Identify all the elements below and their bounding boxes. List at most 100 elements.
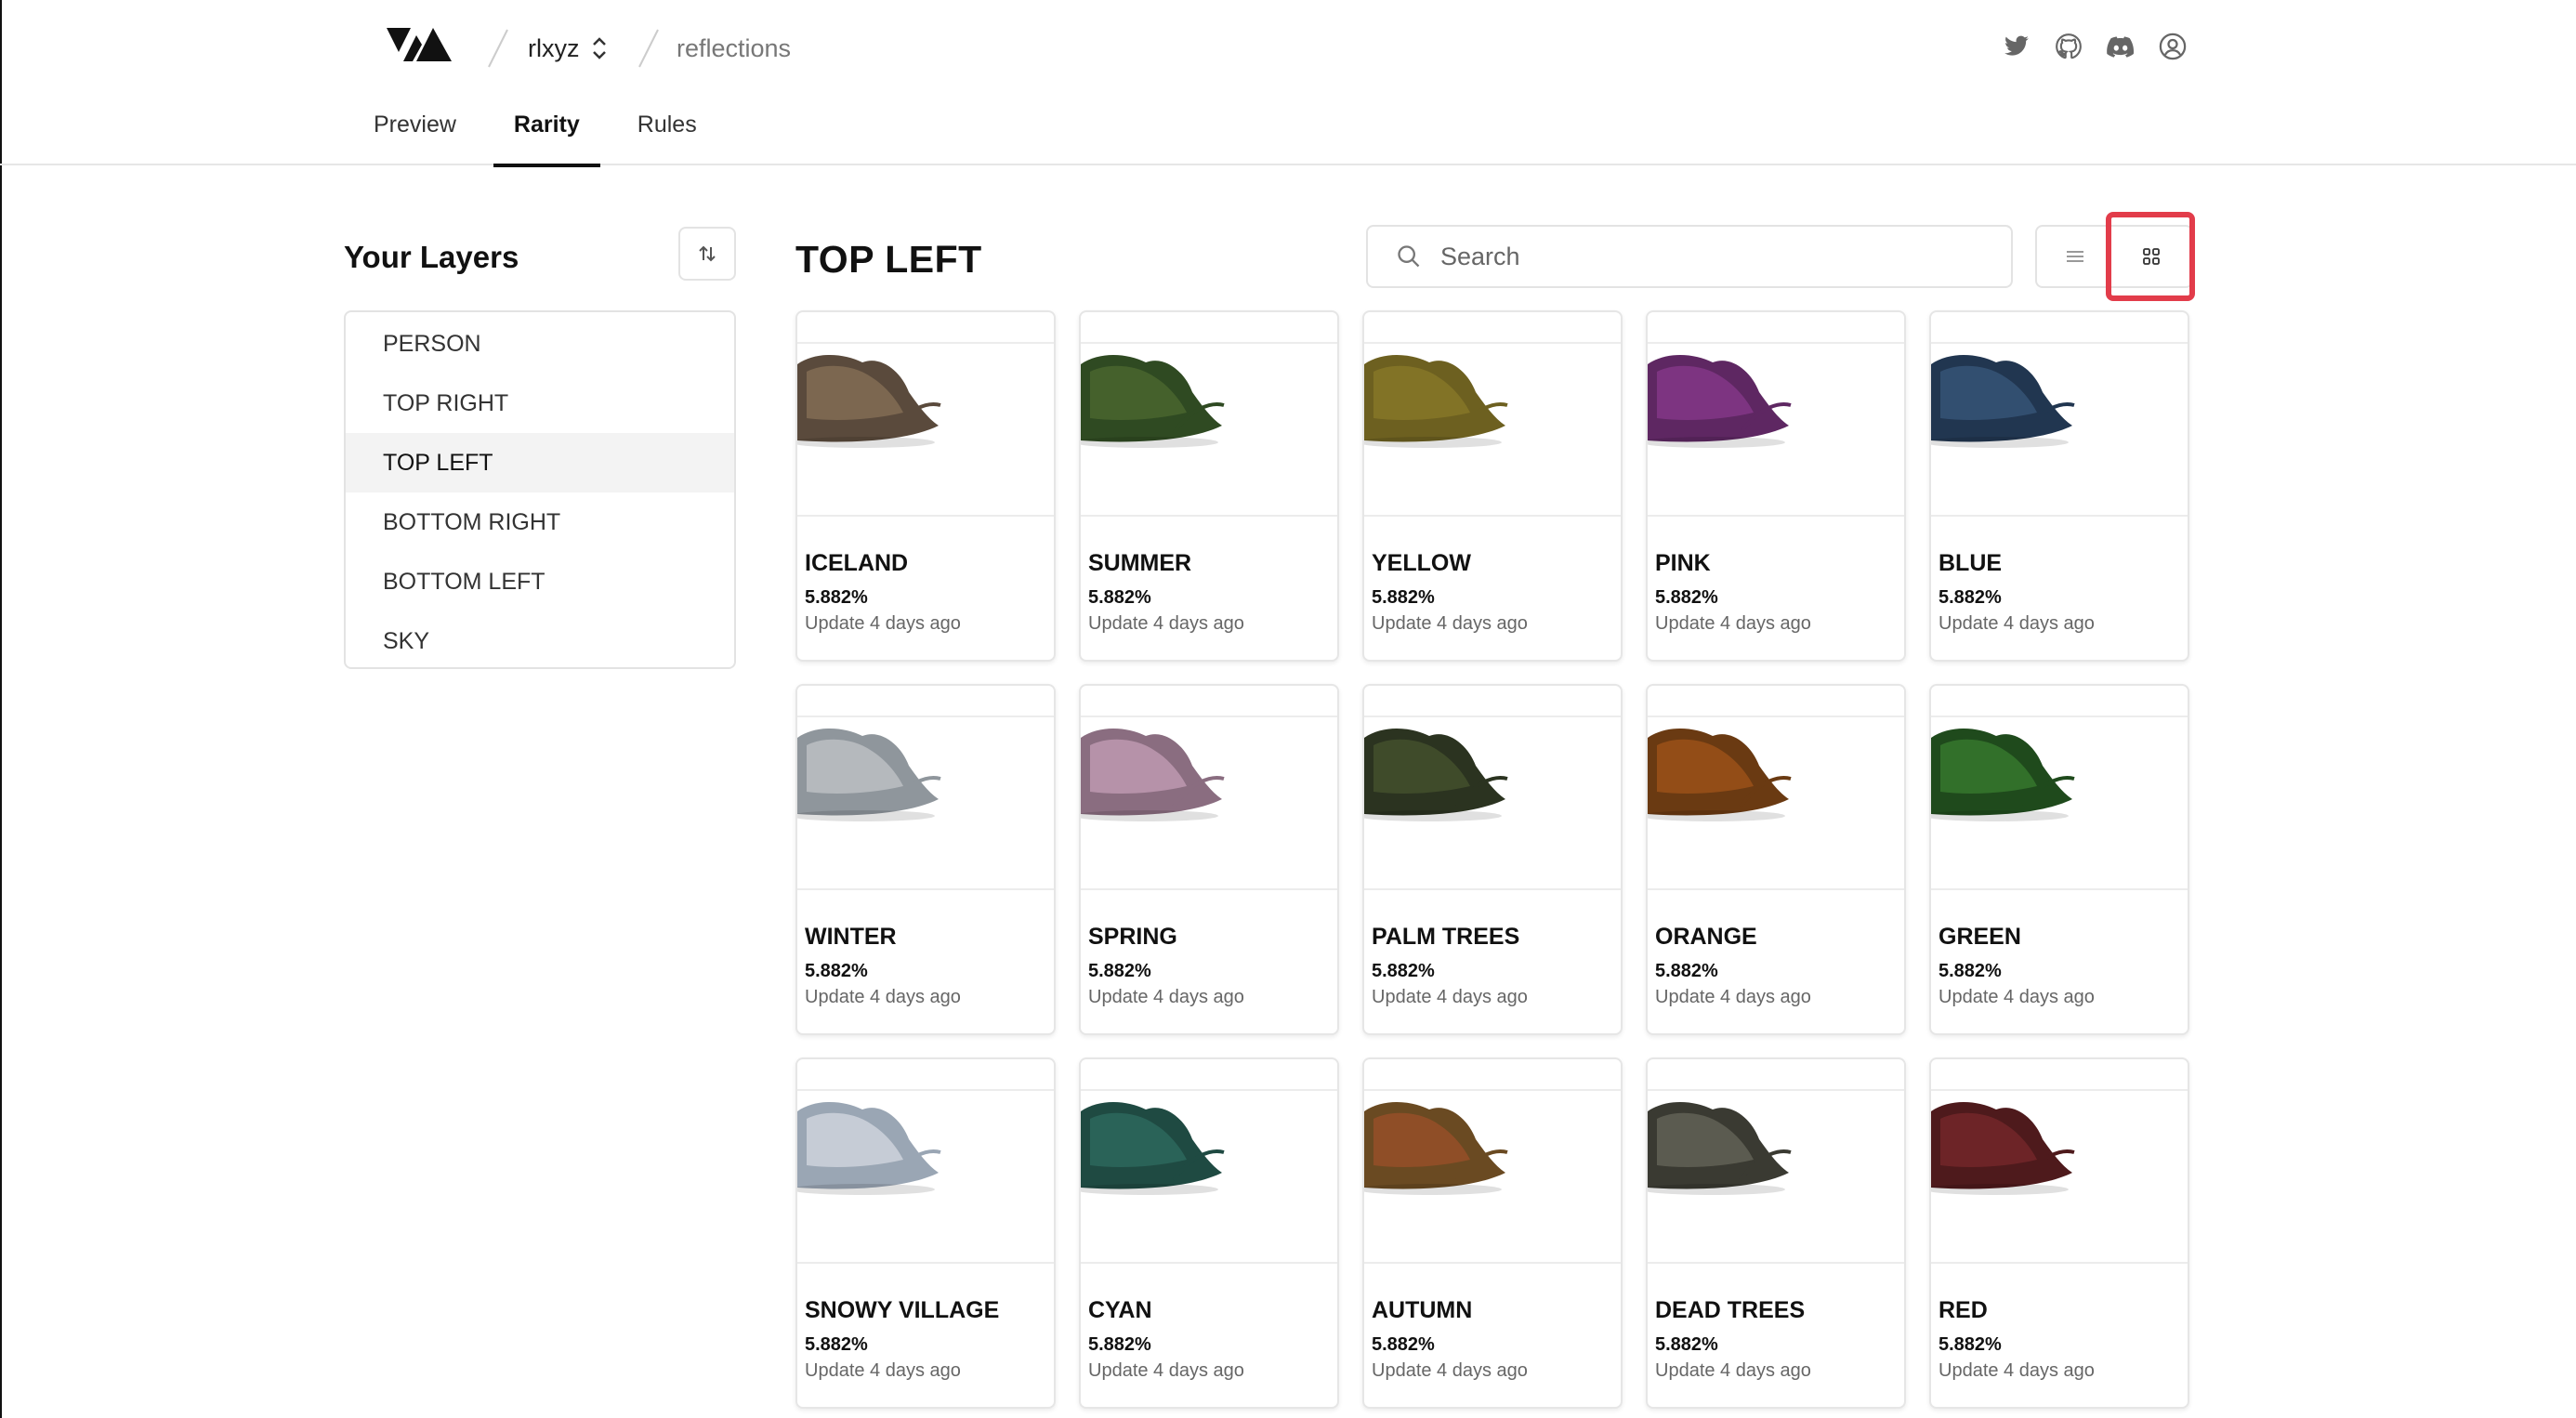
layer-item-bottom-left[interactable]: BOTTOM LEFT [346,552,734,611]
team-switcher[interactable]: rlxyz [528,32,608,65]
trait-image [1648,729,1792,821]
trait-updated: Update 4 days ago [1655,613,1811,634]
tab-rarity[interactable]: Rarity [493,97,600,167]
card-header-strip [1648,1059,1904,1091]
trait-image [1648,1102,1792,1195]
card-header-strip [1931,686,2188,717]
trait-card[interactable]: CYAN 5.882% Update 4 days ago [1079,1057,1339,1409]
trait-name: SNOWY VILLAGE [805,1297,1000,1323]
trait-image [1364,729,1508,821]
trait-thumbnail [1931,1091,2188,1264]
card-header-strip [1648,686,1904,717]
project-name[interactable]: reflections [677,32,791,65]
trait-image [1648,355,1792,448]
trait-card[interactable]: SPRING 5.882% Update 4 days ago [1079,684,1339,1035]
trait-thumbnail [1364,1091,1621,1264]
trait-updated: Update 4 days ago [1088,987,1244,1007]
trait-thumbnail [797,344,1054,517]
card-header-strip [1648,312,1904,344]
trait-card[interactable]: YELLOW 5.882% Update 4 days ago [1362,310,1623,662]
layer-item-person[interactable]: PERSON [346,314,734,374]
grid-view-button[interactable] [2113,227,2189,286]
trait-name: DEAD TREES [1655,1297,1806,1323]
trait-card[interactable]: SNOWY VILLAGE 5.882% Update 4 days ago [795,1057,1056,1409]
trait-rarity: 5.882% [1939,587,2002,608]
trait-updated: Update 4 days ago [805,987,961,1007]
brand-logo-icon[interactable] [387,26,453,63]
trait-updated: Update 4 days ago [1939,613,2095,634]
trait-name: RED [1939,1297,1988,1323]
trait-name: ORANGE [1655,924,1757,950]
card-header-strip [1081,1059,1337,1091]
trait-rarity: 5.882% [1655,1334,1718,1355]
layer-item-bottom-right[interactable]: BOTTOM RIGHT [346,492,734,552]
trait-image [797,355,941,448]
layer-item-top-right[interactable]: TOP RIGHT [346,374,734,433]
layer-item-top-left[interactable]: TOP LEFT [346,433,734,492]
twitter-icon[interactable] [2000,30,2033,63]
trait-card[interactable]: ORANGE 5.882% Update 4 days ago [1646,684,1906,1035]
trait-image [1364,355,1508,448]
trait-image [1081,729,1225,821]
trait-name: YELLOW [1372,550,1471,576]
breadcrumb-separator [638,29,659,68]
trait-name: PALM TREES [1372,924,1520,950]
trait-thumbnail [1931,344,2188,517]
trait-rarity: 5.882% [1088,1334,1151,1355]
tab-rules[interactable]: Rules [617,97,717,165]
search-input[interactable] [1440,242,1961,271]
trait-updated: Update 4 days ago [805,1360,961,1381]
trait-updated: Update 4 days ago [1372,613,1528,634]
trait-thumbnail [1648,1091,1904,1264]
user-circle-icon[interactable] [2156,30,2189,63]
trait-updated: Update 4 days ago [805,613,961,634]
trait-updated: Update 4 days ago [1372,987,1528,1007]
trait-grid: ICELAND 5.882% Update 4 days ago SUMMER 5.88… [795,310,2193,1409]
trait-card[interactable]: SUMMER 5.882% Update 4 days ago [1079,310,1339,662]
trait-card[interactable]: AUTUMN 5.882% Update 4 days ago [1362,1057,1623,1409]
reorder-layers-button[interactable] [678,227,736,281]
trait-search [1366,225,2013,288]
window-border [0,0,2,1418]
trait-image [1931,729,2075,821]
search-icon [1398,245,1420,268]
trait-card[interactable]: BLUE 5.882% Update 4 days ago [1929,310,2189,662]
card-header-strip [1081,312,1337,344]
trait-rarity: 5.882% [1372,961,1435,981]
trait-image [1931,355,2075,448]
layers-heading: Your Layers [344,240,519,274]
trait-card[interactable]: ICELAND 5.882% Update 4 days ago [795,310,1056,662]
trait-card[interactable]: RED 5.882% Update 4 days ago [1929,1057,2189,1409]
trait-card[interactable]: PINK 5.882% Update 4 days ago [1646,310,1906,662]
trait-name: PINK [1655,550,1711,576]
trait-card[interactable]: WINTER 5.882% Update 4 days ago [795,684,1056,1035]
trait-card[interactable]: DEAD TREES 5.882% Update 4 days ago [1646,1057,1906,1409]
trait-thumbnail [1931,717,2188,890]
tab-preview[interactable]: Preview [353,97,477,165]
trait-image [1931,1102,2075,1195]
trait-updated: Update 4 days ago [1088,1360,1244,1381]
trait-thumbnail [1081,344,1337,517]
trait-rarity: 5.882% [1655,587,1718,608]
trait-card[interactable]: GREEN 5.882% Update 4 days ago [1929,684,2189,1035]
layer-item-sky[interactable]: SKY [346,611,734,671]
card-header-strip [1364,1059,1621,1091]
trait-name: WINTER [805,924,897,950]
trait-updated: Update 4 days ago [1655,1360,1811,1381]
trait-image [797,1102,941,1195]
trait-card[interactable]: PALM TREES 5.882% Update 4 days ago [1362,684,1623,1035]
list-view-button[interactable] [2037,227,2113,286]
project-tabs: Preview Rarity Rules [353,97,734,167]
trait-thumbnail [1648,344,1904,517]
trait-thumbnail [1081,1091,1337,1264]
layer-title: TOP LEFT [795,238,982,281]
trait-rarity: 5.882% [1088,587,1151,608]
card-header-strip [1364,312,1621,344]
discord-icon[interactable] [2104,30,2137,63]
github-icon[interactable] [2052,30,2085,63]
trait-thumbnail [1648,717,1904,890]
trait-updated: Update 4 days ago [1372,1360,1528,1381]
trait-rarity: 5.882% [1088,961,1151,981]
trait-name: CYAN [1088,1297,1152,1323]
trait-image [1081,355,1225,448]
